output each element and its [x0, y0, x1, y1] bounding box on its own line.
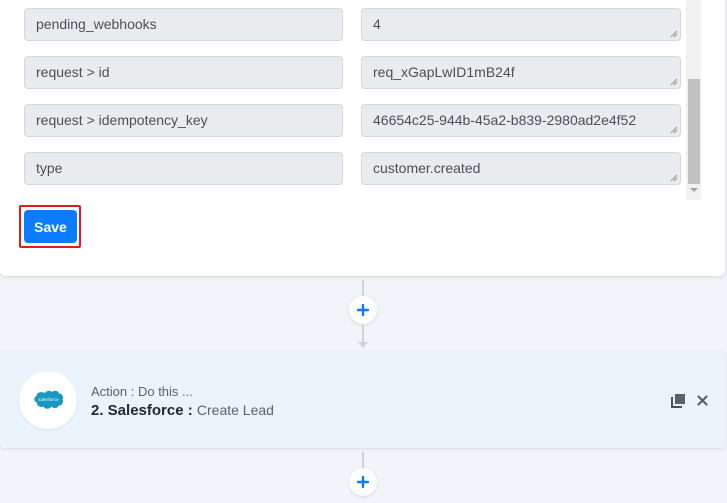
- scroll-down-arrow-icon[interactable]: [690, 188, 698, 192]
- save-button[interactable]: Save: [24, 210, 77, 243]
- add-step-button[interactable]: [349, 468, 377, 496]
- salesforce-cloud-icon: salesforce: [34, 390, 64, 409]
- app-logo: salesforce: [19, 371, 77, 429]
- resize-handle-icon[interactable]: [670, 126, 678, 134]
- resize-handle-icon[interactable]: [670, 30, 678, 38]
- resize-handle-icon[interactable]: [670, 174, 678, 182]
- action-step-card[interactable]: salesforce Action : Do this ... 2. Sales…: [0, 352, 725, 448]
- scrollbar-thumb[interactable]: [688, 79, 700, 184]
- field-label: request > id: [24, 56, 343, 89]
- copy-icon: [670, 393, 685, 408]
- action-step-app: 2. Salesforce :: [91, 402, 193, 419]
- connector-arrow-icon: [358, 342, 368, 348]
- field-value-input[interactable]: 4: [361, 8, 681, 41]
- action-step-title: 2. Salesforce : Create Lead: [91, 402, 274, 419]
- field-label: type: [24, 152, 343, 185]
- action-step-event: Create Lead: [196, 402, 274, 418]
- field-label: pending_webhooks: [24, 8, 343, 41]
- plus-icon: [357, 304, 369, 316]
- field-label: request > idempotency_key: [24, 104, 343, 137]
- connector-line: [362, 452, 364, 468]
- field-value-input[interactable]: 46654c25-944b-45a2-b839-2980ad2e4f52: [361, 104, 681, 137]
- add-step-button[interactable]: [349, 296, 377, 324]
- scrollbar[interactable]: [686, 0, 701, 200]
- close-icon: [696, 394, 708, 406]
- connector-line: [362, 325, 364, 342]
- delete-step-button[interactable]: [694, 392, 710, 408]
- field-value-input[interactable]: customer.created: [361, 152, 681, 185]
- connector-line: [362, 280, 364, 296]
- resize-handle-icon[interactable]: [670, 78, 678, 86]
- action-step-subtitle: Action : Do this ...: [91, 384, 193, 399]
- field-value-input[interactable]: req_xGapLwID1mB24f: [361, 56, 681, 89]
- plus-icon: [357, 476, 369, 488]
- svg-text:salesforce: salesforce: [38, 397, 59, 402]
- mapping-card: [0, 0, 725, 276]
- copy-step-button[interactable]: [670, 392, 686, 408]
